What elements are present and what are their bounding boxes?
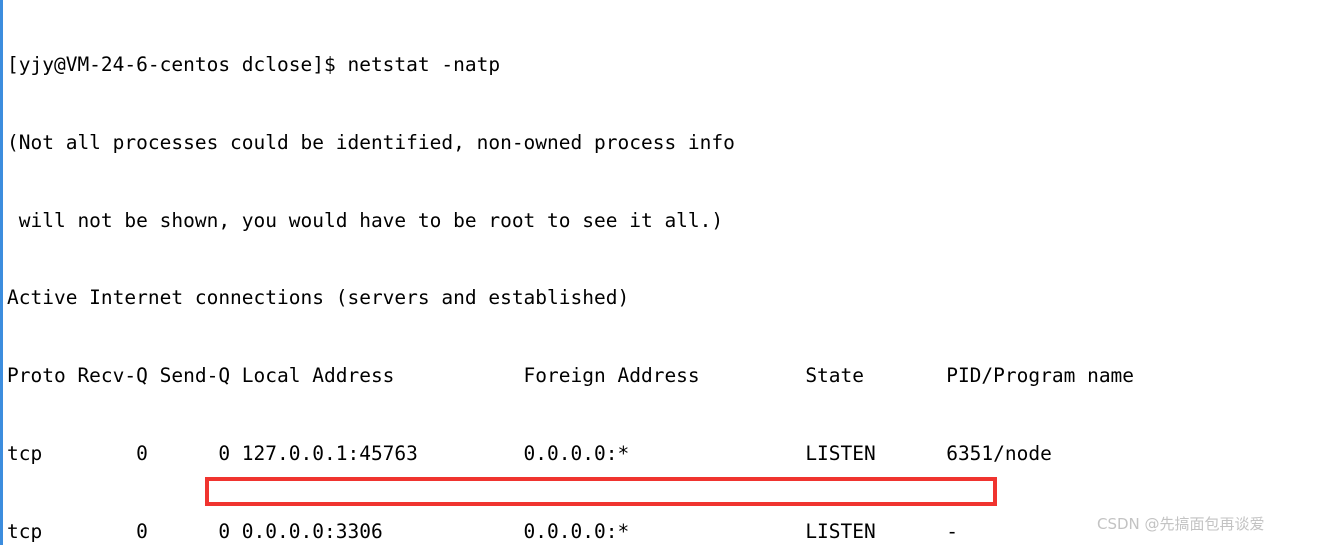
terminal-window: [yjy@VM-24-6-centos dclose]$ netstat -na… (0, 0, 1321, 545)
terminal-output[interactable]: [yjy@VM-24-6-centos dclose]$ netstat -na… (7, 0, 1317, 545)
command-line: [yjy@VM-24-6-centos dclose]$ netstat -na… (7, 52, 501, 76)
table-header: Proto Recv-Q Send-Q Local Address Foreig… (7, 364, 1135, 388)
window-left-border (0, 0, 3, 545)
csdn-watermark: CSDN @先搞面包再谈爱 (1097, 515, 1265, 533)
section-title: Active Internet connections (servers and… (7, 286, 630, 310)
notice-line-2: will not be shown, you would have to be … (7, 208, 724, 232)
table-row: tcp 0 0 127.0.0.1:45763 0.0.0.0:* LISTEN… (7, 442, 1181, 466)
notice-line-1: (Not all processes could be identified, … (7, 130, 735, 154)
